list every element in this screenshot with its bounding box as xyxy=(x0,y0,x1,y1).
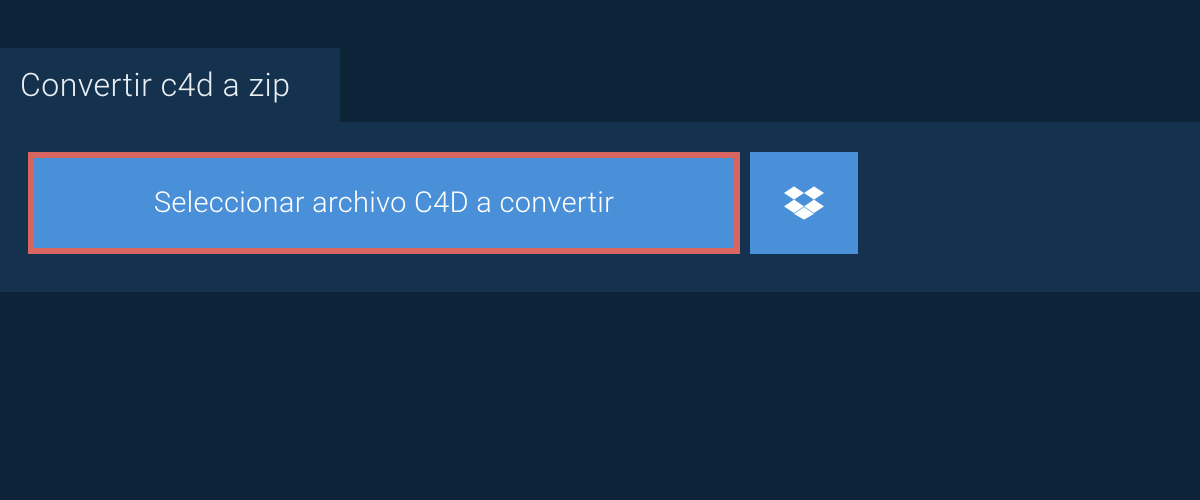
select-file-button[interactable]: Seleccionar archivo C4D a convertir xyxy=(28,152,740,254)
dropbox-icon xyxy=(784,183,824,223)
file-select-row: Seleccionar archivo C4D a convertir xyxy=(28,152,858,254)
dropbox-button[interactable] xyxy=(750,152,858,254)
select-file-label: Seleccionar archivo C4D a convertir xyxy=(154,186,614,220)
tab-title: Convertir c4d a zip xyxy=(20,66,290,104)
tab-convert[interactable]: Convertir c4d a zip xyxy=(0,48,340,122)
content-panel: Seleccionar archivo C4D a convertir xyxy=(0,122,1200,292)
